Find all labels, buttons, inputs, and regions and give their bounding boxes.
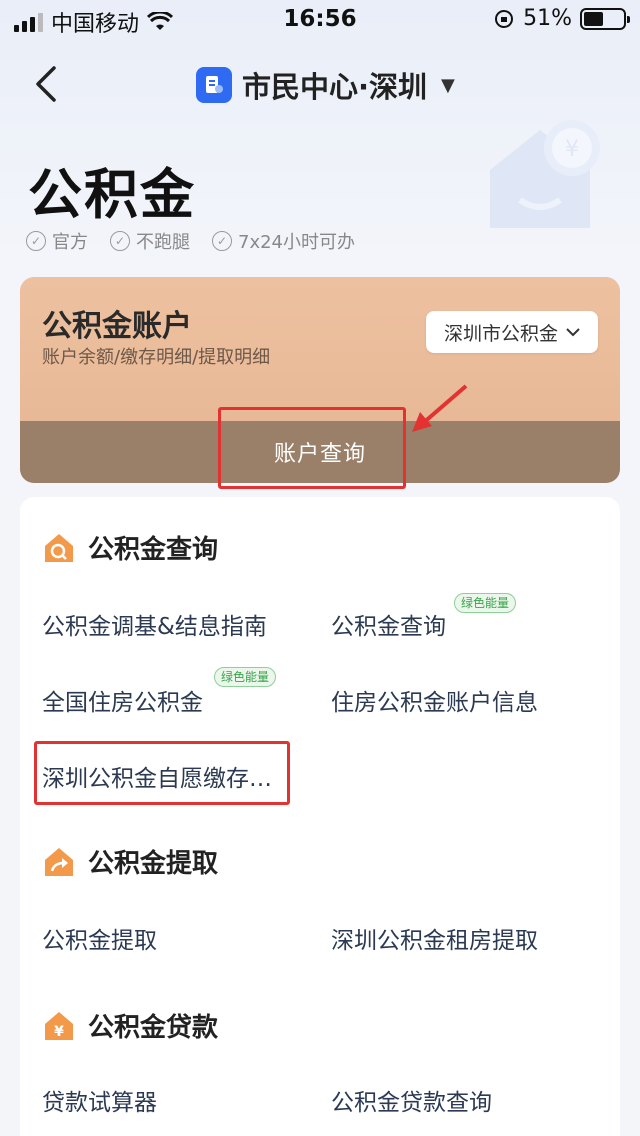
nav-title-switcher[interactable]: 市民中心·深圳 ▼ bbox=[196, 64, 455, 106]
highlight-box-account-query bbox=[218, 407, 406, 489]
city-fund-select[interactable]: 深圳市公积金 bbox=[426, 311, 598, 353]
battery-fill bbox=[584, 11, 604, 26]
service-item[interactable]: 公积金调基&结息指南 bbox=[42, 607, 267, 641]
nav-bar: 市民中心·深圳 ▼ bbox=[0, 52, 640, 116]
service-item[interactable]: 公积金查询 bbox=[331, 607, 446, 641]
page-title: 公积金 bbox=[28, 163, 196, 226]
annotation-arrow-icon bbox=[412, 384, 468, 432]
services-panel: 公积金查询 公积金调基&结息指南 公积金查询 绿色能量 全国住房公积金 绿色能量… bbox=[20, 497, 620, 1136]
service-item[interactable]: 住房公积金账户信息 bbox=[331, 683, 538, 717]
house-yen-icon: ¥ bbox=[45, 1011, 73, 1040]
section-title: 公积金查询 bbox=[88, 535, 219, 565]
section-title: 公积金提取 bbox=[88, 849, 219, 879]
section-header-query: 公积金查询 bbox=[42, 529, 218, 566]
account-title: 公积金账户 bbox=[42, 309, 192, 344]
house-yen-illustration: ¥ bbox=[490, 120, 600, 228]
highlight-box-voluntary-deposit bbox=[34, 741, 290, 805]
service-item[interactable]: 贷款试算器 bbox=[42, 1083, 157, 1117]
tag-label: 7x24小时可办 bbox=[238, 232, 356, 253]
service-item[interactable]: 深圳公积金租房提取 bbox=[331, 921, 538, 955]
city-fund-select-value: 深圳市公积金 bbox=[443, 322, 558, 345]
app-logo-icon bbox=[196, 67, 232, 103]
feature-tags: ✓ 官方 ✓ 不跑腿 ✓ 7x24小时可办 bbox=[26, 228, 355, 254]
tag-label: 官方 bbox=[52, 232, 88, 253]
check-circle-icon: ✓ bbox=[26, 231, 46, 251]
caret-down-icon: ▼ bbox=[441, 74, 455, 96]
section-title: 公积金贷款 bbox=[88, 1013, 219, 1043]
nav-title: 市民中心·深圳 bbox=[242, 70, 428, 104]
tag-24x7: ✓ 7x24小时可办 bbox=[212, 228, 355, 254]
status-right: 51% bbox=[493, 6, 630, 31]
check-circle-icon: ✓ bbox=[110, 231, 130, 251]
tag-label: 不跑腿 bbox=[136, 232, 190, 253]
svg-text:¥: ¥ bbox=[54, 1024, 64, 1040]
tag-official: ✓ 官方 bbox=[26, 228, 88, 254]
house-arrow-icon bbox=[45, 847, 73, 876]
service-item[interactable]: 公积金贷款查询 bbox=[331, 1083, 492, 1117]
service-item[interactable]: 公积金提取 bbox=[42, 921, 157, 955]
section-header-withdraw: 公积金提取 bbox=[42, 843, 218, 880]
battery-percent: 51% bbox=[523, 6, 572, 31]
back-arrow-icon[interactable] bbox=[30, 64, 70, 104]
section-header-loan: ¥ 公积金贷款 bbox=[42, 1007, 218, 1044]
account-subtitle: 账户余额/缴存明细/提取明细 bbox=[42, 347, 271, 368]
orientation-lock-icon bbox=[495, 9, 514, 28]
battery-icon bbox=[580, 7, 630, 30]
house-search-icon bbox=[45, 533, 73, 562]
status-bar: 中国移动 16:56 51% bbox=[0, 0, 640, 42]
tag-no-visit: ✓ 不跑腿 bbox=[110, 228, 190, 254]
green-energy-badge: 绿色能量 bbox=[214, 667, 277, 687]
service-item[interactable]: 全国住房公积金 bbox=[42, 683, 203, 717]
chevron-down-icon bbox=[566, 328, 580, 337]
svg-text:¥: ¥ bbox=[565, 137, 579, 162]
check-circle-icon: ✓ bbox=[212, 231, 232, 251]
green-energy-badge: 绿色能量 bbox=[454, 593, 517, 613]
